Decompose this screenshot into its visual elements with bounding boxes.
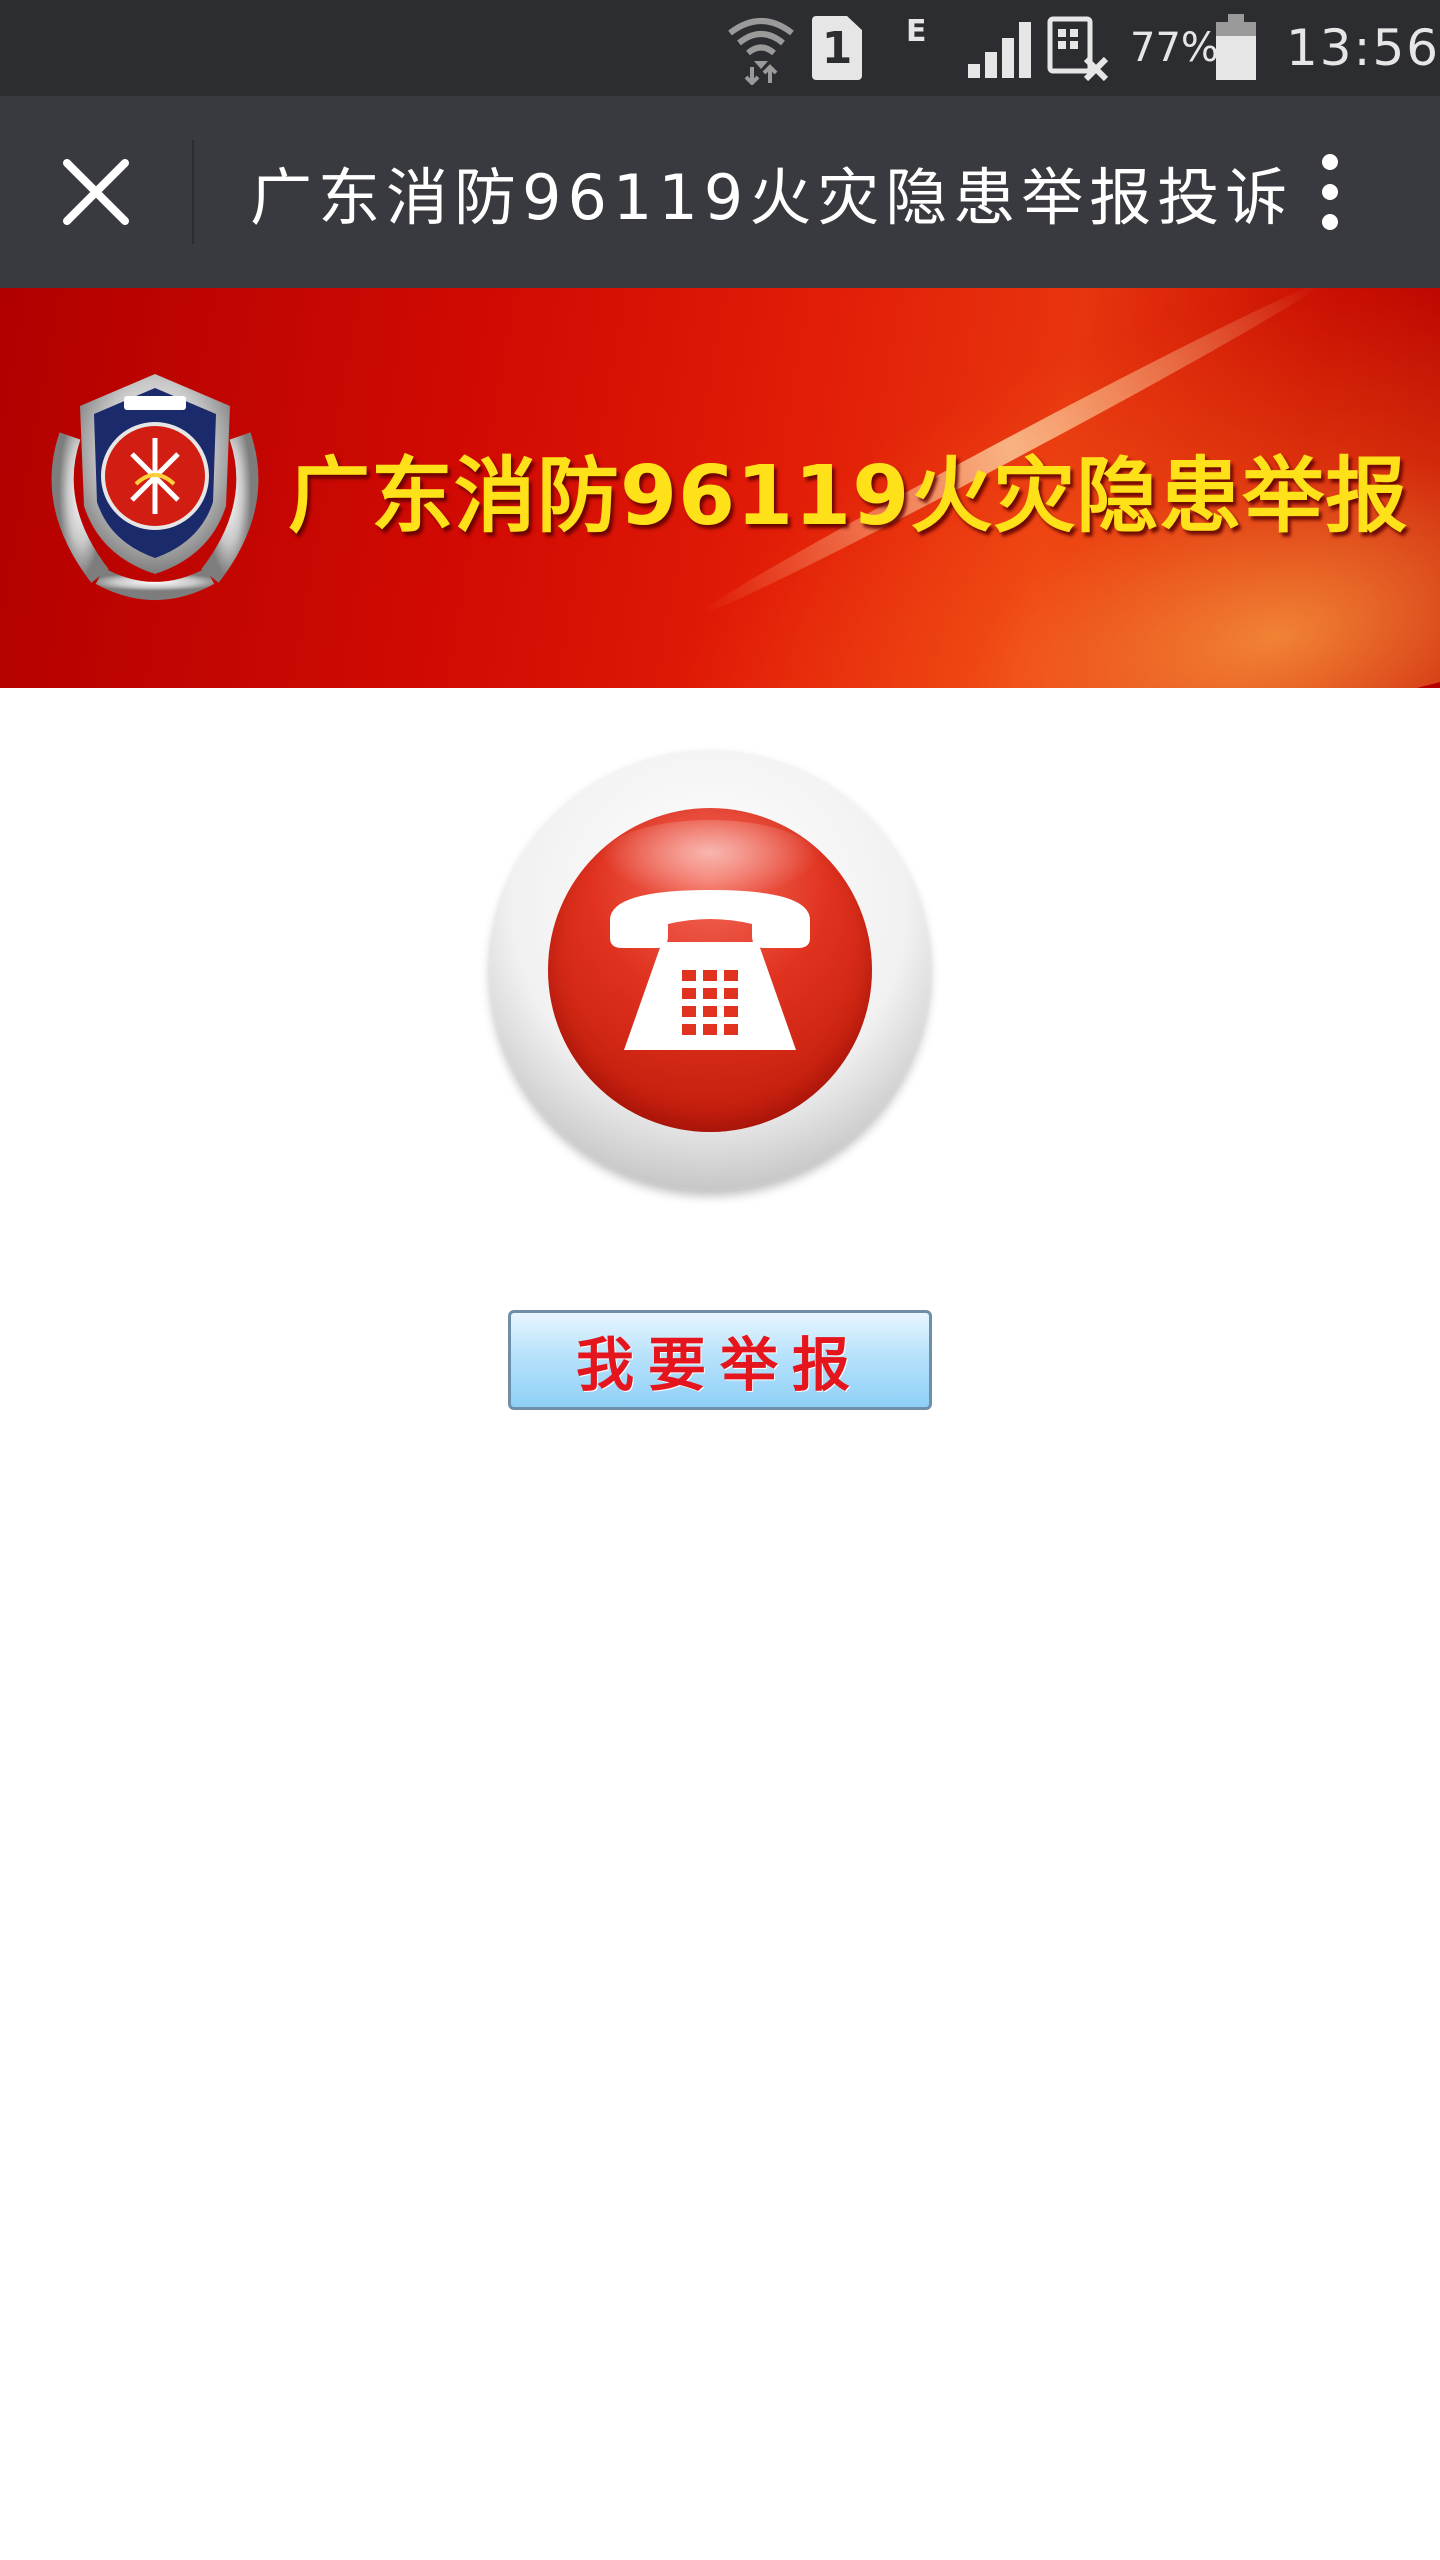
more-options-button[interactable] (1290, 144, 1370, 240)
telephone-icon (610, 890, 810, 1050)
sim-icon: 1 (812, 0, 862, 96)
report-button[interactable]: 我要举报 (508, 1310, 932, 1410)
status-bar: 1 E 77% 13:56 (0, 0, 1440, 96)
phone-call-button[interactable] (490, 750, 930, 1190)
title-divider (192, 140, 194, 244)
title-bar: 广东消防96119火灾隐患举报投诉 (0, 96, 1440, 288)
page-title: 广东消防96119火灾隐患举报投诉 (250, 161, 1294, 234)
data-off-icon (1046, 0, 1112, 96)
header-banner: 广东消防96119火灾隐患举报 (0, 288, 1440, 688)
fire-services-emblem (51, 374, 259, 600)
more-vert-icon (1322, 154, 1338, 170)
battery-icon (1214, 0, 1258, 96)
close-icon (63, 159, 129, 225)
sim-label: 1 (821, 22, 853, 74)
signal-icon (966, 0, 1036, 96)
banner-heading: 广东消防96119火灾隐患举报 (288, 448, 1409, 544)
network-type: E (906, 14, 927, 49)
close-button[interactable] (40, 136, 152, 248)
clock: 13:56 (1286, 19, 1440, 77)
report-button-label: 我要举报 (575, 1331, 864, 1399)
wifi-icon (726, 0, 796, 96)
battery-percent: 77% (1130, 25, 1219, 71)
